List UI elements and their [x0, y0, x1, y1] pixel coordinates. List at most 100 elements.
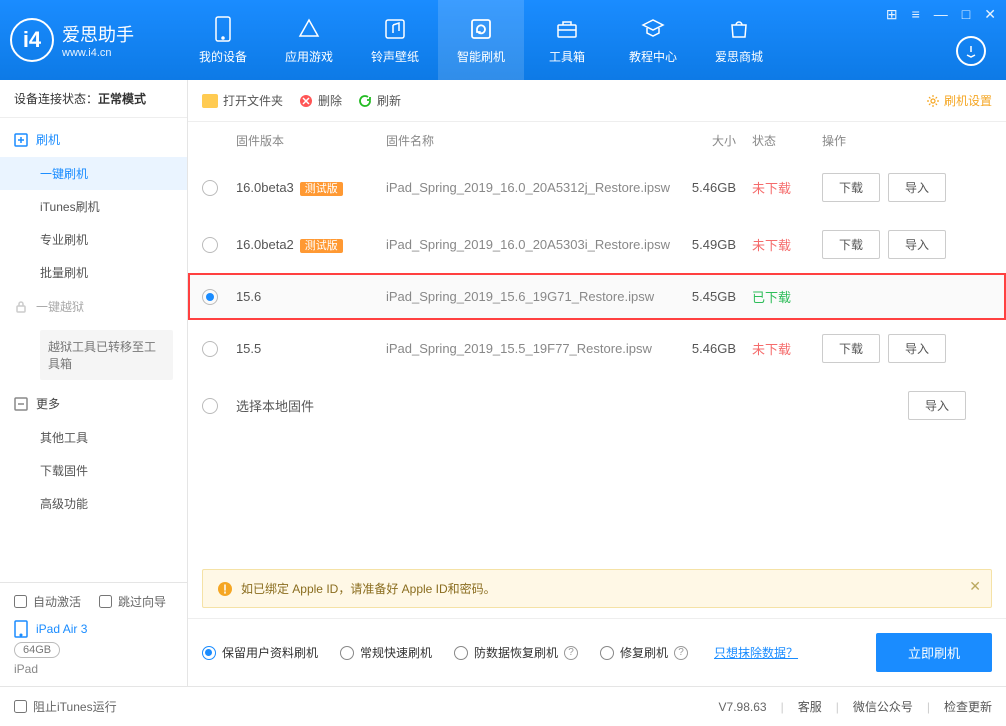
th-name: 固件名称 [386, 132, 682, 149]
toolbar: 打开文件夹 删除 刷新 刷机设置 [188, 80, 1006, 122]
toolbox-icon [554, 16, 580, 42]
firmware-name: iPad_Spring_2019_16.0_20A5303i_Restore.i… [386, 237, 682, 252]
firmware-row[interactable]: 16.0beta3测试版iPad_Spring_2019_16.0_20A531… [188, 159, 1006, 216]
close-icon[interactable]: ✕ [980, 4, 1000, 25]
support-link[interactable]: 客服 [798, 698, 822, 715]
firmware-row[interactable]: 16.0beta2 测试版 iPad_Spring_2019_16.0_20A530… [188, 216, 1006, 273]
maximize-icon[interactable]: □ [958, 4, 974, 25]
refresh-button[interactable]: 刷新 [358, 92, 401, 109]
warning-icon [217, 581, 233, 597]
sidebar: 设备连接状态：正常模式 刷机 一键刷机 iTunes刷机 专业刷机 批量刷机 一… [0, 80, 188, 686]
download-button[interactable]: 下载 [822, 173, 880, 202]
nav-store[interactable]: 爱思商城 [696, 0, 782, 80]
sidebar-pro-flash[interactable]: 专业刷机 [0, 223, 187, 256]
import-local-button[interactable]: 导入 [908, 391, 966, 420]
erase-only-link[interactable]: 只想抹除数据？ [714, 644, 798, 661]
import-button[interactable]: 导入 [888, 334, 946, 363]
local-firmware-row[interactable]: 选择本地固件 导入 [188, 377, 1006, 434]
beta-tag: 测试版 [300, 239, 343, 253]
firmware-size: 5.45GB [682, 289, 752, 304]
sidebar-flash[interactable]: 刷机 [0, 122, 187, 157]
th-size: 大小 [682, 132, 752, 149]
minimize-icon[interactable]: — [930, 4, 952, 25]
sidebar-more[interactable]: 更多 [0, 386, 187, 421]
radio-local[interactable] [202, 398, 218, 414]
app-url: www.i4.cn [62, 47, 134, 59]
ipad-icon [14, 620, 28, 638]
firmware-status: 未下载 [752, 235, 822, 254]
flash-opt-repair[interactable]: 修复刷机? [600, 644, 688, 661]
delete-button[interactable]: 删除 [299, 92, 342, 109]
sidebar-batch-flash[interactable]: 批量刷机 [0, 256, 187, 289]
collapse-icon [14, 397, 28, 411]
auto-activate-label: 自动激活 [33, 593, 81, 610]
skip-guide-checkbox[interactable] [99, 595, 112, 608]
block-itunes-label: 阻止iTunes运行 [33, 698, 117, 715]
table-header: 固件版本 固件名称 大小 状态 操作 [188, 122, 1006, 159]
firmware-table: 16.0beta3 测试版 iPad_Spring_2019_16.0_20A531… [188, 159, 1006, 377]
apps-icon [296, 16, 322, 42]
help-icon[interactable]: ? [674, 646, 688, 660]
import-button[interactable]: 导入 [888, 173, 946, 202]
radio-select[interactable] [202, 289, 218, 305]
firmware-row[interactable]: 15.5iPad_Spring_2019_15.5_19F77_Restore.… [188, 320, 1006, 377]
notice-close-button[interactable]: ✕ [969, 578, 981, 595]
firmware-size: 5.46GB [682, 180, 752, 195]
apple-id-notice: 如已绑定 Apple ID，请准备好 Apple ID和密码。 ✕ [202, 569, 992, 608]
firmware-size: 5.49GB [682, 237, 752, 252]
nav-toolbox[interactable]: 工具箱 [524, 0, 610, 80]
sidebar-download-fw[interactable]: 下载固件 [0, 454, 187, 487]
nav-ringtones[interactable]: 铃声壁纸 [352, 0, 438, 80]
wechat-link[interactable]: 微信公众号 [853, 698, 913, 715]
version-label: V7.98.63 [719, 700, 767, 714]
firmware-row[interactable]: 15.6 iPad_Spring_2019_15.6_19G71_Restore.… [188, 273, 1006, 320]
nav-apps[interactable]: 应用游戏 [266, 0, 352, 80]
firmware-name: iPad_Spring_2019_15.6_19G71_Restore.ipsw [386, 289, 682, 304]
jailbreak-notice: 越狱工具已转移至工具箱 [40, 330, 173, 380]
menu-grid-icon[interactable]: ⊞ [882, 4, 902, 25]
store-icon [726, 16, 752, 42]
sidebar-other-tools[interactable]: 其他工具 [0, 421, 187, 454]
check-update-link[interactable]: 检查更新 [944, 698, 992, 715]
device-info[interactable]: iPad Air 3 [14, 620, 173, 638]
footer: 阻止iTunes运行 V7.98.63 | 客服 | 微信公众号 | 检查更新 [0, 686, 1006, 726]
firmware-name: iPad_Spring_2019_16.0_20A5312j_Restore.i… [386, 180, 682, 195]
connection-status: 设备连接状态：正常模式 [0, 80, 187, 118]
radio-select[interactable] [202, 341, 218, 357]
download-button[interactable]: 下载 [822, 334, 880, 363]
flash-settings-button[interactable]: 刷机设置 [926, 92, 992, 109]
flash-now-button[interactable]: 立即刷机 [876, 633, 992, 672]
download-button[interactable]: 下载 [822, 230, 880, 259]
music-icon [382, 16, 408, 42]
block-itunes-checkbox[interactable] [14, 700, 27, 713]
skip-guide-label: 跳过向导 [118, 593, 166, 610]
device-icon [210, 16, 236, 42]
flash-opt-normal[interactable]: 常规快速刷机 [340, 644, 432, 661]
flash-opt-anti-recovery[interactable]: 防数据恢复刷机? [454, 644, 578, 661]
open-folder-button[interactable]: 打开文件夹 [202, 92, 283, 109]
nav-tutorials[interactable]: 教程中心 [610, 0, 696, 80]
flash-opt-keep-data[interactable]: 保留用户资料刷机 [202, 644, 318, 661]
app-header: i4 爱思助手 www.i4.cn 我的设备 应用游戏 铃声壁纸 智能刷机 工具… [0, 0, 1006, 80]
expand-icon [14, 133, 28, 147]
firmware-version: 16.0beta2 [236, 237, 294, 252]
nav-flash[interactable]: 智能刷机 [438, 0, 524, 80]
sidebar-advanced[interactable]: 高级功能 [0, 487, 187, 520]
firmware-version: 15.6 [236, 289, 261, 304]
radio-select[interactable] [202, 237, 218, 253]
nav-my-device[interactable]: 我的设备 [180, 0, 266, 80]
sidebar-one-click-flash[interactable]: 一键刷机 [0, 157, 187, 190]
device-storage-badge: 64GB [14, 642, 60, 658]
auto-activate-checkbox[interactable] [14, 595, 27, 608]
help-icon[interactable]: ? [564, 646, 578, 660]
radio-select[interactable] [202, 180, 218, 196]
firmware-version: 16.0beta3 [236, 180, 294, 195]
window-controls: ⊞ ≡ — □ ✕ [882, 4, 1000, 25]
menu-list-icon[interactable]: ≡ [908, 4, 924, 25]
device-type: iPad [14, 662, 173, 676]
firmware-status: 未下载 [752, 339, 822, 358]
app-logo-block: i4 爱思助手 www.i4.cn [10, 18, 180, 62]
sidebar-itunes-flash[interactable]: iTunes刷机 [0, 190, 187, 223]
import-button[interactable]: 导入 [888, 230, 946, 259]
sync-button[interactable] [956, 36, 986, 66]
